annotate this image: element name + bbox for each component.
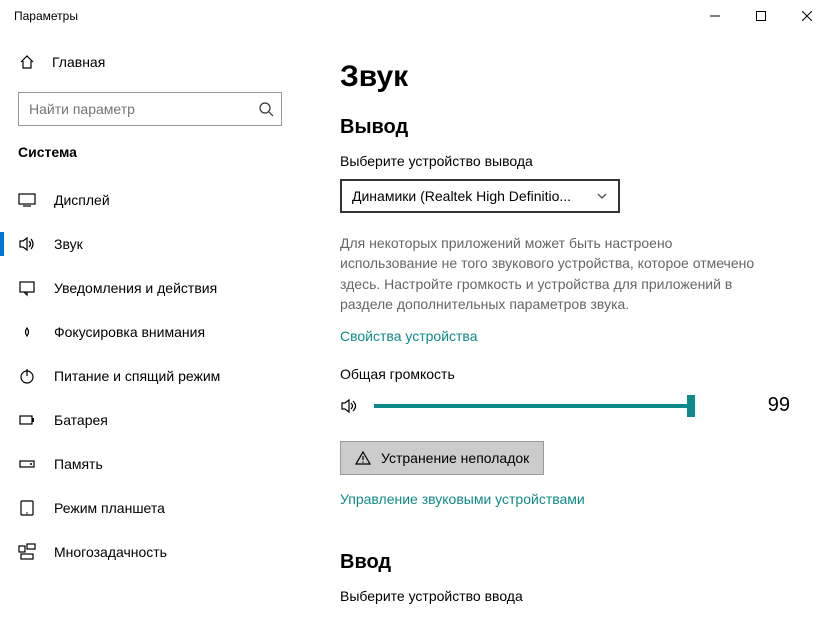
search-box[interactable] (18, 92, 282, 126)
sidebar-item-multitask[interactable]: Многозадачность (0, 530, 300, 574)
sidebar-item-label: Фокусировка внимания (54, 324, 205, 340)
input-heading: Ввод (340, 551, 790, 574)
titlebar: Параметры (0, 0, 830, 32)
volume-icon (340, 396, 360, 416)
notifications-icon (18, 279, 36, 297)
sidebar-item-label: Многозадачность (54, 544, 167, 560)
main-panel: Звук Вывод Выберите устройство вывода Ди… (300, 32, 830, 634)
maximize-button[interactable] (738, 0, 784, 32)
output-heading: Вывод (340, 116, 790, 139)
sidebar-item-label: Режим планшета (54, 500, 165, 516)
output-device-select[interactable]: Динамики (Realtek High Definitio... (340, 179, 620, 213)
storage-icon (18, 455, 36, 473)
window-title: Параметры (14, 9, 78, 23)
sidebar: Главная Система Дисплей Звук (0, 32, 300, 634)
manage-devices-link[interactable]: Управление звуковыми устройствами (340, 491, 585, 507)
warning-icon (355, 450, 371, 466)
chevron-down-icon (596, 190, 608, 202)
sidebar-item-notifications[interactable]: Уведомления и действия (0, 266, 300, 310)
power-icon (18, 367, 36, 385)
troubleshoot-label: Устранение неполадок (381, 450, 529, 466)
sidebar-item-tablet[interactable]: Режим планшета (0, 486, 300, 530)
sidebar-item-label: Питание и спящий режим (54, 368, 220, 384)
close-icon (802, 11, 812, 21)
maximize-icon (756, 11, 766, 21)
output-device-label: Выберите устройство вывода (340, 153, 790, 169)
device-properties-link[interactable]: Свойства устройства (340, 328, 478, 344)
output-device-selected: Динамики (Realtek High Definitio... (352, 188, 571, 204)
battery-icon (18, 411, 36, 429)
master-volume-label: Общая громкость (340, 366, 790, 382)
close-button[interactable] (784, 0, 830, 32)
sound-icon (18, 235, 36, 253)
slider-thumb[interactable] (687, 395, 695, 417)
sidebar-item-label: Звук (54, 236, 83, 252)
input-device-label: Выберите устройство ввода (340, 588, 790, 604)
troubleshoot-button[interactable]: Устранение неполадок (340, 441, 544, 475)
sidebar-section-title: Система (0, 144, 300, 160)
sidebar-item-battery[interactable]: Батарея (0, 398, 300, 442)
focus-icon (18, 323, 36, 341)
home-label: Главная (52, 54, 105, 70)
sidebar-item-storage[interactable]: Память (0, 442, 300, 486)
sidebar-item-label: Память (54, 456, 103, 472)
output-description: Для некоторых приложений может быть наст… (340, 233, 760, 314)
sidebar-item-label: Батарея (54, 412, 108, 428)
volume-value: 99 (768, 394, 790, 417)
sidebar-item-sound[interactable]: Звук (0, 222, 300, 266)
home-icon (18, 53, 36, 71)
page-title: Звук (340, 60, 790, 94)
minimize-icon (710, 11, 720, 21)
sidebar-item-label: Уведомления и действия (54, 280, 217, 296)
search-icon (258, 101, 274, 117)
sidebar-item-label: Дисплей (54, 192, 110, 208)
home-nav-item[interactable]: Главная (0, 42, 300, 82)
window-controls (692, 0, 830, 32)
volume-slider[interactable] (374, 396, 694, 416)
tablet-icon (18, 499, 36, 517)
nav-list: Дисплей Звук Уведомления и действия Фоку… (0, 178, 300, 574)
minimize-button[interactable] (692, 0, 738, 32)
multitask-icon (18, 543, 36, 561)
sidebar-item-display[interactable]: Дисплей (0, 178, 300, 222)
display-icon (18, 191, 36, 209)
sidebar-item-power[interactable]: Питание и спящий режим (0, 354, 300, 398)
search-input[interactable] (18, 92, 282, 126)
sidebar-item-focus[interactable]: Фокусировка внимания (0, 310, 300, 354)
